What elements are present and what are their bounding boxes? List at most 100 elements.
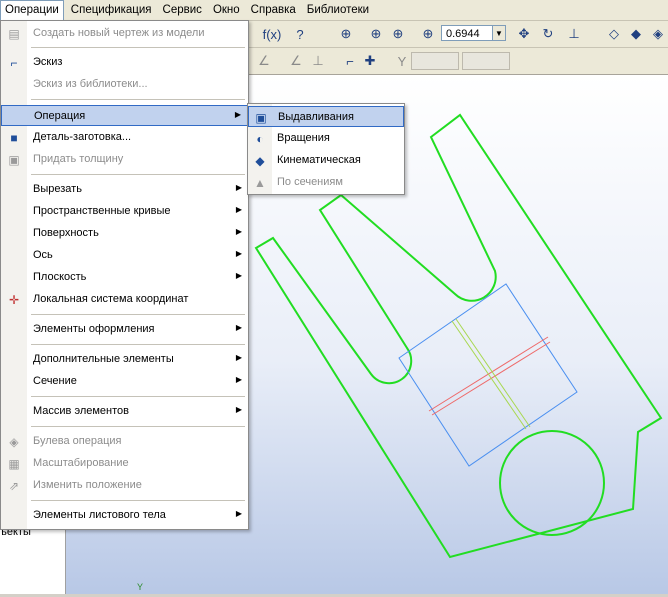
- thickness-icon: ▣: [8, 153, 20, 167]
- coordinate-x-field[interactable]: [411, 52, 459, 70]
- sketch-icon: ⌐: [10, 56, 18, 70]
- coordinate-y-field[interactable]: [462, 52, 510, 70]
- operations-menu: ▤ Создать новый чертеж из модели ⌐ Эскиз…: [0, 20, 249, 530]
- menu-help[interactable]: Справка: [247, 1, 300, 19]
- boolean-icon: ◈: [9, 435, 19, 449]
- menu-item-label: Элементы листового тела: [33, 509, 166, 521]
- shaded-edges-view-icon[interactable]: ◈: [648, 24, 668, 44]
- menu-item-label: Ось: [33, 249, 53, 261]
- rotate-icon[interactable]: ↻: [538, 24, 558, 44]
- submenu-arrow-icon: ▶: [235, 205, 242, 214]
- menu-item-sketch-from-library[interactable]: Эскиз из библиотеки...: [1, 74, 248, 95]
- menu-specification[interactable]: Спецификация: [67, 1, 156, 19]
- sweep-icon: ◆: [255, 154, 265, 168]
- move-icon: ⇗: [8, 479, 20, 493]
- menu-item-pattern[interactable]: Массив элементов ▶: [1, 401, 248, 422]
- menu-item-label: Элементы оформления: [33, 323, 155, 335]
- menu-item-label: Булева операция: [33, 435, 122, 447]
- zoom-icon[interactable]: ⊕: [336, 24, 356, 44]
- submenu-item-loft[interactable]: ▲ По сечениям: [248, 172, 404, 193]
- submenu-arrow-icon: ▶: [235, 249, 242, 258]
- snap-angle-icon[interactable]: ∠: [286, 51, 306, 71]
- menu-item-additional-elements[interactable]: Дополнительные элементы ▶: [1, 349, 248, 370]
- menu-item-label: Создать новый чертеж из модели: [33, 27, 205, 39]
- help-pointer-icon[interactable]: ?: [290, 24, 310, 44]
- menu-item-cut[interactable]: Вырезать ▶: [1, 179, 248, 200]
- shaded-view-icon[interactable]: ◆: [626, 24, 646, 44]
- menu-separator: [31, 314, 245, 315]
- revolve-icon: ◐: [256, 132, 264, 146]
- menu-item-label: Эскиз из библиотеки...: [33, 78, 148, 90]
- submenu-arrow-icon: ▶: [234, 110, 241, 119]
- zoom-window-icon[interactable]: ⊕: [366, 24, 386, 44]
- step-icon[interactable]: ⌐: [340, 51, 360, 71]
- zoom-value-field[interactable]: 0.6944: [441, 25, 497, 41]
- menu-item-axis[interactable]: Ось ▶: [1, 245, 248, 266]
- menu-service[interactable]: Сервис: [159, 1, 206, 19]
- menu-separator: [31, 174, 245, 175]
- menu-item-operation[interactable]: Операция ▶: [1, 105, 248, 126]
- menu-separator: [31, 500, 245, 501]
- snap-icon[interactable]: ∠: [254, 51, 274, 71]
- menu-item-surface[interactable]: Поверхность ▶: [1, 223, 248, 244]
- menu-item-sketch[interactable]: ⌐ Эскиз: [1, 52, 248, 73]
- submenu-item-label: Выдавливания: [278, 111, 354, 123]
- zoom-region-icon[interactable]: ⊕: [388, 24, 408, 44]
- submenu-item-label: Вращения: [277, 132, 330, 144]
- menu-item-section[interactable]: Сечение ▶: [1, 371, 248, 392]
- menu-item-label: Придать толщину: [33, 153, 124, 165]
- menu-operations[interactable]: Операции: [0, 0, 64, 20]
- menu-separator: [31, 426, 245, 427]
- submenu-arrow-icon: ▶: [235, 271, 242, 280]
- menu-item-label: Вырезать: [33, 183, 82, 195]
- submenu-item-revolve[interactable]: ◐ Вращения: [248, 128, 404, 149]
- menu-item-label: Операция: [34, 110, 86, 122]
- menu-window[interactable]: Окно: [209, 1, 244, 19]
- menu-item-label: Масштабирование: [33, 457, 129, 469]
- menu-item-design-elements[interactable]: Элементы оформления ▶: [1, 319, 248, 340]
- grid-snap-icon[interactable]: ✚: [360, 51, 380, 71]
- axis-green-line-2: [455, 318, 531, 428]
- scale-icon: ▦: [8, 457, 20, 471]
- sketch-hole: [499, 430, 605, 536]
- menu-item-boolean[interactable]: ◈ Булева операция: [1, 431, 248, 452]
- menu-item-plane[interactable]: Плоскость ▶: [1, 267, 248, 288]
- fx-icon[interactable]: f(x): [262, 24, 282, 44]
- menu-item-label: Локальная система координат: [33, 293, 189, 305]
- loft-icon: ▲: [254, 176, 266, 190]
- menu-item-scale[interactable]: ▦ Масштабирование: [1, 453, 248, 474]
- drawing-icon: ▤: [8, 27, 20, 41]
- axis-green-line: [451, 320, 527, 430]
- coordinate-icon[interactable]: Y: [392, 51, 412, 71]
- menu-item-label: Сечение: [33, 375, 77, 387]
- menu-item-change-position[interactable]: ⇗ Изменить положение: [1, 475, 248, 496]
- extrude-icon: ▣: [255, 111, 267, 125]
- menu-item-part-blank[interactable]: ■ Деталь-заготовка...: [1, 127, 248, 148]
- part-icon: ■: [10, 131, 18, 145]
- submenu-arrow-icon: ▶: [235, 353, 242, 362]
- menu-separator: [31, 344, 245, 345]
- menu-item-label: Дополнительные элементы: [33, 353, 174, 365]
- menu-separator: [31, 99, 245, 100]
- menu-item-sheet-body-elements[interactable]: Элементы листового тела ▶: [1, 505, 248, 526]
- submenu-item-extrude[interactable]: ▣ Выдавливания: [248, 106, 404, 127]
- menu-item-label: Массив элементов: [33, 405, 129, 417]
- menu-libraries[interactable]: Библиотеки: [303, 1, 373, 19]
- zoom-dropdown-arrow[interactable]: ▼: [492, 25, 506, 41]
- pan-icon[interactable]: ✥: [514, 24, 534, 44]
- submenu-arrow-icon: ▶: [235, 375, 242, 384]
- submenu-arrow-icon: ▶: [235, 509, 242, 518]
- menu-item-add-thickness[interactable]: ▣ Придать толщину: [1, 149, 248, 170]
- orientation-icon[interactable]: ⊥: [564, 24, 584, 44]
- view-cube-icon[interactable]: ◇: [604, 24, 624, 44]
- snap-orthogonal-icon[interactable]: ⊥: [308, 51, 328, 71]
- sketch-plane: [398, 283, 578, 467]
- menu-separator: [31, 396, 245, 397]
- menu-item-create-drawing[interactable]: ▤ Создать новый чертеж из модели: [1, 23, 248, 44]
- menu-item-space-curves[interactable]: Пространственные кривые ▶: [1, 201, 248, 222]
- menu-item-local-coordinate-system[interactable]: ✛ Локальная система координат: [1, 289, 248, 310]
- local-coordinate-icon: ✛: [8, 293, 20, 307]
- submenu-item-sweep[interactable]: ◆ Кинематическая: [248, 150, 404, 171]
- zoom-in-icon[interactable]: ⊕: [418, 24, 438, 44]
- menu-item-label: Поверхность: [33, 227, 99, 239]
